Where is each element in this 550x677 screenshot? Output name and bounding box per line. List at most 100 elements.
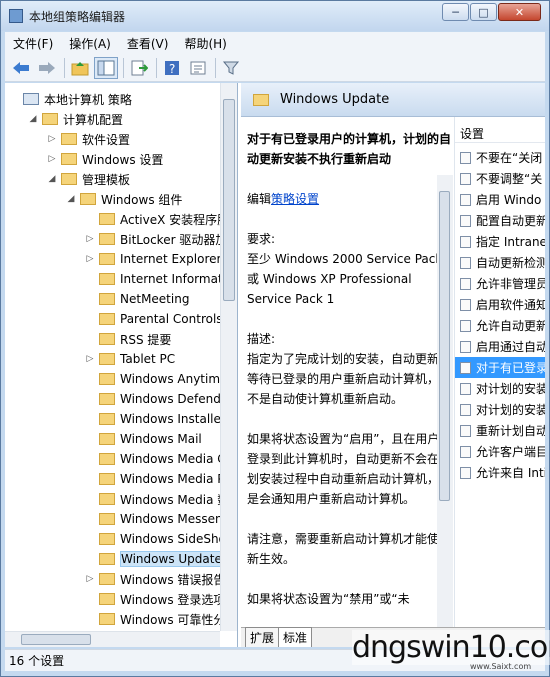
tree-node[interactable]: Windows 登录选项 [85, 589, 225, 609]
tree-horizontal-scrollbar[interactable] [5, 631, 220, 647]
tree-node-label: Internet Explorer [120, 252, 222, 266]
tree-node[interactable]: Windows Anytime [85, 369, 227, 389]
toolbar-separator [215, 57, 216, 78]
collapse-arrow-icon[interactable]: ◢ [28, 114, 38, 124]
setting-row[interactable]: 不要在“关闭 [455, 147, 545, 168]
main-area: 本地计算机 策略 ◢ 计算机配置 ▷ 软件设置 ▷ Windows 设置 ◢ 管理模板 ◢ Wind… [5, 83, 545, 647]
setting-row[interactable]: 重新计划自动 [455, 420, 545, 441]
setting-label: 对计划的安装 [476, 382, 545, 396]
tree-node[interactable]: RSS 提要 [85, 329, 171, 349]
folder-icon [42, 113, 58, 125]
export-list-icon[interactable] [127, 57, 151, 79]
expand-arrow-icon[interactable]: ▷ [85, 254, 95, 264]
tree-node[interactable]: Windows Defende [85, 389, 228, 409]
tree-node[interactable]: Internet Informatio [85, 269, 233, 289]
maximize-button[interactable]: □ [470, 3, 497, 21]
collapse-arrow-icon[interactable]: ◢ [66, 194, 76, 204]
settings-column-header[interactable]: 设置 [455, 117, 545, 143]
tree-node[interactable]: ▷ BitLocker 驱动器加 [85, 229, 228, 249]
setting-row[interactable]: 启用通过自动 [455, 336, 545, 357]
setting-label: 自动更新检测 [476, 256, 545, 270]
setting-row[interactable]: 不要调整“关 [455, 168, 545, 189]
setting-row[interactable]: 允许自动更新 [455, 315, 545, 336]
tree-node[interactable]: Windows Messeng [85, 509, 230, 529]
help-icon[interactable]: ? [160, 57, 184, 79]
expand-arrow-icon[interactable]: ▷ [47, 134, 57, 144]
setting-row[interactable]: 启用软件通知 [455, 294, 545, 315]
setting-row[interactable]: 配置自动更新 [455, 210, 545, 231]
tree-node[interactable]: ActiveX 安装程序服 [85, 209, 229, 229]
tree-node-label: 本地计算机 策略 [44, 92, 132, 107]
policy-setting-icon [460, 424, 471, 437]
folder-icon [99, 313, 115, 325]
tree-node[interactable]: ▷ Internet Explorer [85, 249, 222, 269]
main-window: 本地组策略编辑器 ─ □ ✕ 文件(F) 操作(A) 查看(V) 帮助(H) ?… [0, 0, 550, 677]
folder-icon [253, 93, 269, 106]
forward-arrow-icon[interactable] [35, 57, 59, 79]
show-hide-tree-icon[interactable] [94, 56, 118, 79]
tree-node[interactable]: Windows Mail [85, 429, 202, 449]
tree-vertical-scrollbar[interactable] [220, 83, 237, 631]
policy-heading: 对于有已登录用户的计算机，计划的自动更新安装不执行重新启动 [247, 132, 452, 166]
pane-title: Windows Update [280, 92, 390, 107]
setting-label: 对计划的安装 [476, 403, 545, 417]
description-scrollbar[interactable] [437, 175, 453, 627]
description-paragraph: 请注意，需要重新启动计算机才能使更新生效。 [247, 532, 452, 566]
up-folder-icon[interactable] [68, 57, 92, 79]
setting-row[interactable]: 对计划的安装 [455, 378, 545, 399]
menu-help[interactable]: 帮助(H) [176, 35, 234, 52]
setting-row[interactable]: 启用 Windo [455, 189, 545, 210]
scroll-thumb[interactable] [21, 634, 91, 645]
tree-node[interactable]: Parental Controls [85, 309, 223, 329]
expand-arrow-icon[interactable]: ▷ [85, 354, 95, 364]
watermark: dngswin10.com [352, 630, 550, 665]
expand-arrow-icon[interactable]: ▷ [85, 234, 95, 244]
properties-icon[interactable] [186, 57, 210, 79]
back-arrow-icon[interactable] [9, 57, 33, 79]
tree-node[interactable]: Windows Media C [85, 449, 226, 469]
tree-node[interactable]: ▷ Windows 错误报告 [85, 569, 226, 589]
tree-node[interactable]: ▷ Tablet PC [85, 349, 176, 369]
setting-row[interactable]: 允许非管理员 [455, 273, 545, 294]
tab-extended[interactable]: 扩展 [245, 627, 280, 647]
close-button[interactable]: ✕ [498, 3, 541, 21]
tree-node[interactable]: 本地计算机 策略 [9, 89, 132, 109]
tree-node[interactable]: Windows Installer [85, 409, 226, 429]
setting-label: 允许客户端目 [476, 445, 545, 459]
tree-node[interactable]: Windows Update [85, 549, 226, 569]
svg-text:?: ? [169, 62, 175, 76]
menu-action[interactable]: 操作(A) [61, 35, 119, 52]
tree-node[interactable]: ◢ 管理模板 [47, 169, 130, 189]
tree-node[interactable]: ▷ 软件设置 [47, 129, 130, 149]
scroll-thumb[interactable] [223, 99, 235, 301]
expand-arrow-icon[interactable]: ▷ [47, 154, 57, 164]
menu-view[interactable]: 查看(V) [119, 35, 177, 52]
policy-settings-link[interactable]: 策略设置 [271, 192, 319, 206]
scroll-thumb[interactable] [439, 191, 450, 501]
filter-icon[interactable] [219, 57, 243, 79]
tree-node[interactable]: ▷ Windows 设置 [47, 149, 164, 169]
tree-node[interactable]: Windows 可靠性分 [85, 609, 225, 629]
setting-row[interactable]: 自动更新检测 [455, 252, 545, 273]
tree-node[interactable]: Windows Media 数 [85, 489, 229, 509]
tree-node[interactable]: NetMeeting [85, 289, 189, 309]
menu-file[interactable]: 文件(F) [5, 35, 61, 52]
description-label: 描述: [247, 332, 276, 346]
folder-icon [99, 493, 115, 505]
setting-row[interactable]: 对于有已登录 [455, 357, 545, 378]
expand-arrow-icon[interactable]: ▷ [85, 574, 95, 584]
tree-node[interactable]: Windows SideShov [85, 529, 233, 549]
setting-row[interactable]: 指定 Intrane [455, 231, 545, 252]
policy-setting-icon [460, 172, 471, 185]
setting-label: 启用软件通知 [476, 298, 545, 312]
setting-row[interactable]: 允许来自 Inti [455, 462, 545, 483]
setting-row[interactable]: 对计划的安装 [455, 399, 545, 420]
tab-standard[interactable]: 标准 [278, 627, 313, 647]
collapse-arrow-icon[interactable]: ◢ [47, 174, 57, 184]
setting-row[interactable]: 允许客户端目 [455, 441, 545, 462]
tree-node[interactable]: Windows Media Pl [85, 469, 228, 489]
minimize-button[interactable]: ─ [442, 3, 469, 21]
settings-list: 设置 不要在“关闭 不要调整“关 启用 Windo 配置自动更新 指定 Intrane 自… [454, 117, 545, 627]
tree-node[interactable]: ◢ Windows 组件 [66, 189, 183, 209]
tree-node[interactable]: ◢ 计算机配置 [28, 109, 123, 129]
